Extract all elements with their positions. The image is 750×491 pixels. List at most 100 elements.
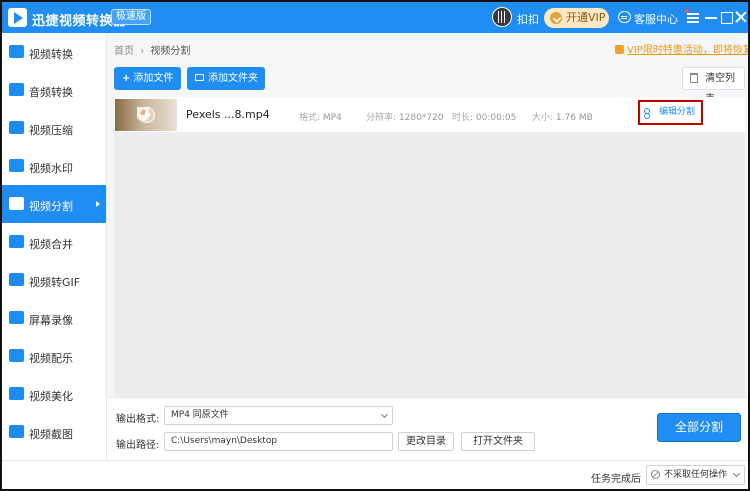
after-task-label: 任务完成后 xyxy=(591,474,641,485)
sidebar-item-video-watermark[interactable]: 视频水印 xyxy=(2,147,106,185)
format-meta-label: 格式: xyxy=(299,113,321,123)
sidebar-item-video-music[interactable]: 视频配乐 xyxy=(2,337,106,375)
video-convert-icon xyxy=(9,45,24,58)
sidebar-item-video-compress[interactable]: 视频压缩 xyxy=(2,109,106,147)
size-meta-value: 1.76 MB xyxy=(555,113,593,123)
file-list: Pexels ...8.mp4 格式: MP4 分辨率: 1280*720 时长… xyxy=(114,97,745,398)
duration-meta-value: 00:00:05 xyxy=(475,113,517,123)
edition-badge: 极速版 xyxy=(111,9,151,25)
play-icon[interactable] xyxy=(139,107,155,123)
breadcrumb: 首页 › 视频分割 xyxy=(114,42,190,57)
video-merge-icon xyxy=(9,235,24,248)
chevron-down-icon xyxy=(732,469,741,478)
vip-icon xyxy=(550,12,562,24)
sidebar-item-video-split[interactable]: 视频分割 xyxy=(2,185,106,223)
open-vip-button[interactable]: 开通VIP xyxy=(544,8,609,28)
app-logo-icon xyxy=(8,8,27,27)
app-window: 迅捷视频转换器 极速版 扣扣 开通VIP 客服中心 视频转换 音频转换 视频压缩 xyxy=(0,0,750,491)
duration-meta-label: 时长: xyxy=(452,113,474,123)
title-bar: 迅捷视频转换器 极速版 扣扣 开通VIP 客服中心 xyxy=(2,2,748,33)
resolution-meta: 分辨率: 1280*720 xyxy=(366,110,444,123)
sidebar-item-label: 视频美化 xyxy=(29,390,73,403)
promo-icon xyxy=(615,45,624,54)
output-path-value: C:\Users\mayn\Desktop xyxy=(171,436,278,446)
trash-icon xyxy=(690,73,698,83)
sidebar-item-label: 视频截图 xyxy=(29,428,73,441)
breadcrumb-separator: › xyxy=(140,46,145,57)
sidebar: 视频转换 音频转换 视频压缩 视频水印 视频分割 视频合并 视频转GIF 屏幕录… xyxy=(2,33,107,460)
after-task-value: 不采取任何操作 xyxy=(664,470,728,480)
file-row[interactable]: Pexels ...8.mp4 格式: MP4 分辨率: 1280*720 时长… xyxy=(114,97,745,132)
breadcrumb-home[interactable]: 首页 xyxy=(114,46,134,57)
clear-list-button[interactable]: 清空列表 xyxy=(682,67,745,105)
sidebar-item-audio-convert[interactable]: 音频转换 xyxy=(2,71,106,109)
add-folder-button[interactable]: 添加文件夹 xyxy=(187,67,265,90)
status-bar: 任务完成后 不采取任何操作 xyxy=(2,460,748,489)
output-format-select[interactable]: MP4 同原文件 xyxy=(164,406,393,425)
sidebar-item-video-screenshot[interactable]: 视频截图 xyxy=(2,413,106,451)
format-meta: 格式: MP4 xyxy=(299,110,342,123)
output-format-value: MP4 同原文件 xyxy=(171,410,229,420)
breadcrumb-current: 视频分割 xyxy=(150,46,191,57)
plus-icon: + xyxy=(122,73,131,84)
output-path-label: 输出路径: xyxy=(116,440,160,451)
avatar[interactable] xyxy=(492,7,512,27)
vip-label: 开通VIP xyxy=(566,11,606,24)
output-settings: 输出格式: MP4 同原文件 输出路径: C:\Users\mayn\Deskt… xyxy=(107,397,748,460)
promo-text: VIP限时特惠活动，即将恢复原价 xyxy=(627,45,748,55)
duration-meta: 时长: 00:00:05 xyxy=(452,110,516,123)
video-split-icon xyxy=(9,197,24,210)
edit-split-label: 编辑分割 xyxy=(659,107,696,117)
sidebar-item-video-beautify[interactable]: 视频美化 xyxy=(2,375,106,413)
video-compress-icon xyxy=(9,121,24,134)
maximize-icon[interactable] xyxy=(719,10,733,24)
sidebar-item-video-to-gif[interactable]: 视频转GIF xyxy=(2,261,106,299)
sidebar-item-label: 视频配乐 xyxy=(29,352,73,365)
customer-service-link[interactable]: 客服中心 xyxy=(634,11,678,27)
chevron-down-icon xyxy=(380,410,389,419)
size-meta-label: 大小: xyxy=(532,113,554,123)
video-watermark-icon xyxy=(9,159,24,172)
sidebar-item-label: 视频水印 xyxy=(29,162,73,175)
resolution-meta-value: 1280*720 xyxy=(398,113,444,123)
split-all-button[interactable]: 全部分割 xyxy=(657,413,741,442)
output-path-input[interactable]: C:\Users\mayn\Desktop xyxy=(164,432,393,451)
sidebar-item-label: 视频分割 xyxy=(29,200,73,213)
gif-icon xyxy=(9,273,24,286)
username[interactable]: 扣扣 xyxy=(517,11,539,27)
audio-convert-icon xyxy=(9,83,24,96)
scissors-icon xyxy=(644,108,654,119)
edit-split-button[interactable]: 编辑分割 xyxy=(638,100,703,125)
sidebar-item-label: 视频转换 xyxy=(29,48,73,61)
add-file-label: 添加文件 xyxy=(133,73,174,84)
after-task-select[interactable]: 不采取任何操作 xyxy=(646,465,745,485)
sidebar-item-video-merge[interactable]: 视频合并 xyxy=(2,223,106,261)
size-meta: 大小: 1.76 MB xyxy=(532,110,593,123)
music-icon xyxy=(9,349,24,362)
vip-promo-link[interactable]: VIP限时特惠活动，即将恢复原价 xyxy=(615,41,748,55)
sidebar-item-video-convert[interactable]: 视频转换 xyxy=(2,33,106,71)
format-meta-value: MP4 xyxy=(322,113,342,123)
video-thumbnail[interactable] xyxy=(115,99,177,131)
minimize-icon[interactable] xyxy=(704,10,718,24)
beautify-icon xyxy=(9,387,24,400)
open-folder-button[interactable]: 打开文件夹 xyxy=(461,432,535,451)
sidebar-item-label: 音频转换 xyxy=(29,86,73,99)
screen-record-icon xyxy=(9,311,24,324)
sidebar-item-label: 屏幕录像 xyxy=(29,314,73,327)
resolution-meta-label: 分辨率: xyxy=(366,113,397,123)
close-icon[interactable] xyxy=(734,10,748,24)
folder-icon xyxy=(195,74,204,81)
file-name: Pexels ...8.mp4 xyxy=(186,108,270,121)
output-format-label: 输出格式: xyxy=(116,414,160,425)
sidebar-item-screen-record[interactable]: 屏幕录像 xyxy=(2,299,106,337)
sidebar-item-label: 视频压缩 xyxy=(29,124,73,137)
add-file-button[interactable]: + 添加文件 xyxy=(114,67,181,90)
add-folder-label: 添加文件夹 xyxy=(208,73,258,84)
customer-service-icon[interactable] xyxy=(618,11,631,23)
sidebar-item-label: 视频转GIF xyxy=(29,276,81,289)
sidebar-item-label: 视频合并 xyxy=(29,238,73,251)
change-directory-button[interactable]: 更改目录 xyxy=(398,432,454,451)
menu-icon[interactable] xyxy=(686,10,700,24)
main-panel: 首页 › 视频分割 VIP限时特惠活动，即将恢复原价 +添加文件 添加文件夹 清… xyxy=(107,33,748,460)
